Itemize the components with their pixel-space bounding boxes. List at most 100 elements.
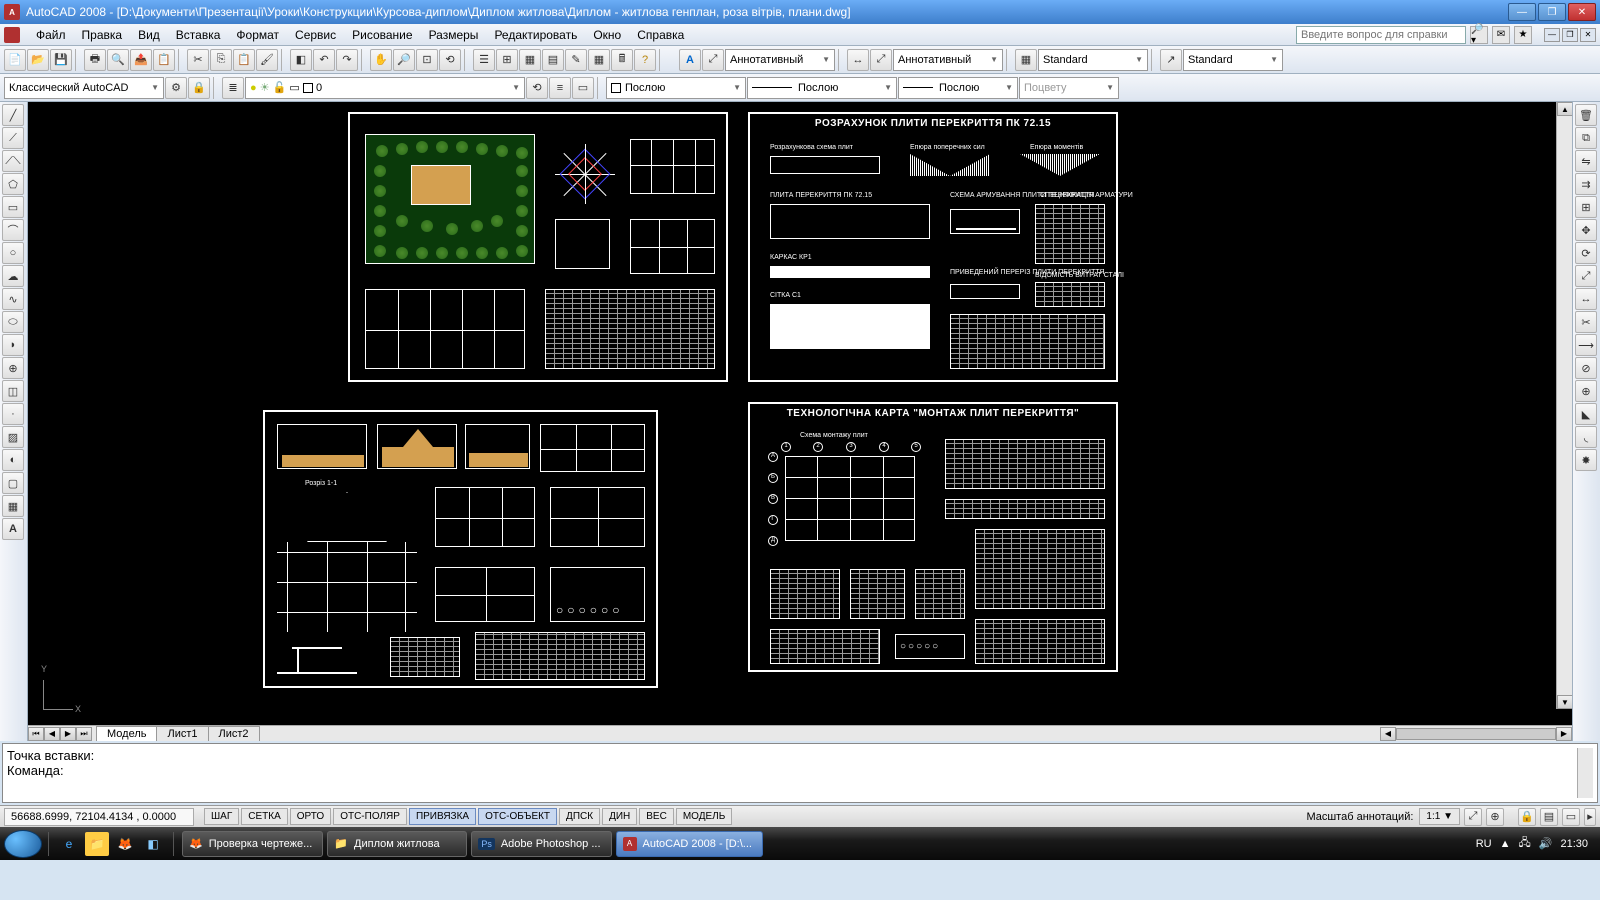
zoom-rt-icon[interactable]: 🔎 [393,49,415,71]
textstyle-a-icon[interactable]: A [679,49,701,71]
menu-format[interactable]: Формат [228,26,287,44]
open-icon[interactable]: 📂 [27,49,49,71]
annotative2-icon[interactable]: ⤢ [870,49,892,71]
statusbar-menu-icon[interactable]: ▸ [1584,808,1596,826]
dimstyle-dropdown[interactable]: Standard▼ [1183,49,1283,71]
tab-layout2[interactable]: Лист2 [208,726,260,741]
insertblock-icon[interactable]: ⊕ [2,357,24,379]
rotate-icon[interactable]: ⟳ [1575,242,1597,264]
horizontal-scrollbar[interactable] [1396,728,1556,740]
coordinates-display[interactable]: 56688.6999, 72104.4134 , 0.0000 [4,808,194,826]
menu-tools[interactable]: Сервис [287,26,344,44]
zoom-prev-icon[interactable]: ⟲ [439,49,461,71]
layer-manager-icon[interactable]: ≣ [222,77,244,99]
favorites-icon[interactable]: ★ [1514,26,1532,44]
command-window[interactable]: Точка вставки: Команда: [2,743,1598,803]
stretch-icon[interactable]: ↔ [1575,288,1597,310]
task-firefox[interactable]: 🦊Проверка чертеже... [182,831,323,857]
close-button[interactable]: ✕ [1568,3,1596,21]
layer-prev-icon[interactable]: ⟲ [526,77,548,99]
annoscale-sync-icon[interactable]: ⤢ [1464,808,1482,826]
zoom-win-icon[interactable]: ⊡ [416,49,438,71]
sheetset-icon[interactable]: 📋 [153,49,175,71]
calculator-icon[interactable]: 🖩 [611,49,633,71]
region-icon[interactable]: ▢ [2,472,24,494]
markup-icon[interactable]: ✎ [565,49,587,71]
command-scrollbar[interactable] [1577,748,1593,798]
annotative-icon[interactable]: ⤢ [702,49,724,71]
designcenter-icon[interactable]: ⊞ [496,49,518,71]
layer-iso-icon[interactable]: ▭ [572,77,594,99]
quick-ie-icon[interactable]: e [57,832,81,856]
quickcalc-icon[interactable]: ▦ [588,49,610,71]
status-lwt[interactable]: ВЕС [639,808,674,825]
ellipse-icon[interactable]: ⬭ [2,311,24,333]
workspace-settings-icon[interactable]: ⚙ [165,77,187,99]
scale-icon[interactable]: ⤢ [1575,265,1597,287]
tablestyle-icon[interactable]: ▦ [1015,49,1037,71]
status-grid[interactable]: СЕТКА [241,808,288,825]
extend-icon[interactable]: ⟶ [1575,334,1597,356]
line-icon[interactable]: ╱ [2,104,24,126]
quick-explorer-icon[interactable]: 📁 [85,832,109,856]
tab-model[interactable]: Модель [96,726,157,741]
circle-icon[interactable]: ○ [2,242,24,264]
break-icon[interactable]: ⊘ [1575,357,1597,379]
move-icon[interactable]: ✥ [1575,219,1597,241]
xline-icon[interactable]: ⟋ [2,127,24,149]
polyline-icon[interactable]: ⟋⟍ [2,150,24,172]
explode-icon[interactable]: ✸ [1575,449,1597,471]
undo-icon[interactable]: ↶ [313,49,335,71]
polygon-icon[interactable]: ⬠ [2,173,24,195]
tray-clock[interactable]: 21:30 [1560,838,1588,850]
minimize-button[interactable]: — [1508,3,1536,21]
help-search-input[interactable] [1296,26,1466,44]
task-autocad[interactable]: AAutoCAD 2008 - [D:\... [616,831,763,857]
menu-file[interactable]: Файл [28,26,74,44]
status-snap[interactable]: ШАГ [204,808,239,825]
linetype-dropdown[interactable]: Послою▼ [747,77,897,99]
menu-dimension[interactable]: Размеры [421,26,487,44]
menu-help[interactable]: Справка [629,26,692,44]
copy-icon[interactable]: ⎘ [210,49,232,71]
status-ortho[interactable]: ОРТО [290,808,331,825]
lineweight-dropdown[interactable]: Послою▼ [898,77,1018,99]
erase-icon[interactable]: 🗑 [1575,104,1597,126]
annotative-dropdown-1[interactable]: Аннотативный▼ [725,49,835,71]
tray-lang[interactable]: RU [1476,838,1492,850]
task-photoshop[interactable]: PsAdobe Photoshop ... [471,831,611,857]
menu-view[interactable]: Вид [130,26,168,44]
doc-close-button[interactable]: ✕ [1580,28,1596,42]
status-otrack[interactable]: ОТС-ОБЪЕКТ [478,808,557,825]
status-model[interactable]: МОДЕЛЬ [676,808,732,825]
mirror-icon[interactable]: ⇋ [1575,150,1597,172]
redo-icon[interactable]: ↷ [336,49,358,71]
comm-center-icon[interactable]: ✉ [1492,26,1510,44]
tab-layout1[interactable]: Лист1 [156,726,208,741]
app-menu-icon[interactable] [4,27,20,43]
properties-icon[interactable]: ☰ [473,49,495,71]
annoscale-add-icon[interactable]: ⊕ [1486,808,1504,826]
help-icon[interactable]: ? [634,49,656,71]
vertical-scrollbar[interactable]: ▲ ▼ [1556,102,1572,709]
color-dropdown[interactable]: Послою▼ [606,77,746,99]
gradient-icon[interactable]: ◐ [2,449,24,471]
workspace-lock-icon[interactable]: 🔒 [188,77,210,99]
status-polar[interactable]: ОТС-ПОЛЯР [333,808,407,825]
quick-other-icon[interactable]: ◧ [141,832,165,856]
dimstyle-icon[interactable]: ↔ [847,49,869,71]
tab-prev-icon[interactable]: ◀ [44,727,60,741]
menu-insert[interactable]: Вставка [168,26,229,44]
statusbar-tray-icon[interactable]: ▤ [1540,808,1558,826]
matchprop-icon[interactable]: 🖌 [256,49,278,71]
copy-obj-icon[interactable]: ⧉ [1575,127,1597,149]
menu-draw[interactable]: Рисование [344,26,420,44]
annotative-dropdown-2[interactable]: Аннотативный▼ [893,49,1003,71]
arc-icon[interactable]: ⌒ [2,219,24,241]
start-button[interactable] [4,830,42,858]
menu-window[interactable]: Окно [585,26,629,44]
plotstyle-dropdown[interactable]: Поцвету▼ [1019,77,1119,99]
hatch-icon[interactable]: ▨ [2,426,24,448]
trim-icon[interactable]: ✂ [1575,311,1597,333]
print-icon[interactable]: 🖶 [84,49,106,71]
